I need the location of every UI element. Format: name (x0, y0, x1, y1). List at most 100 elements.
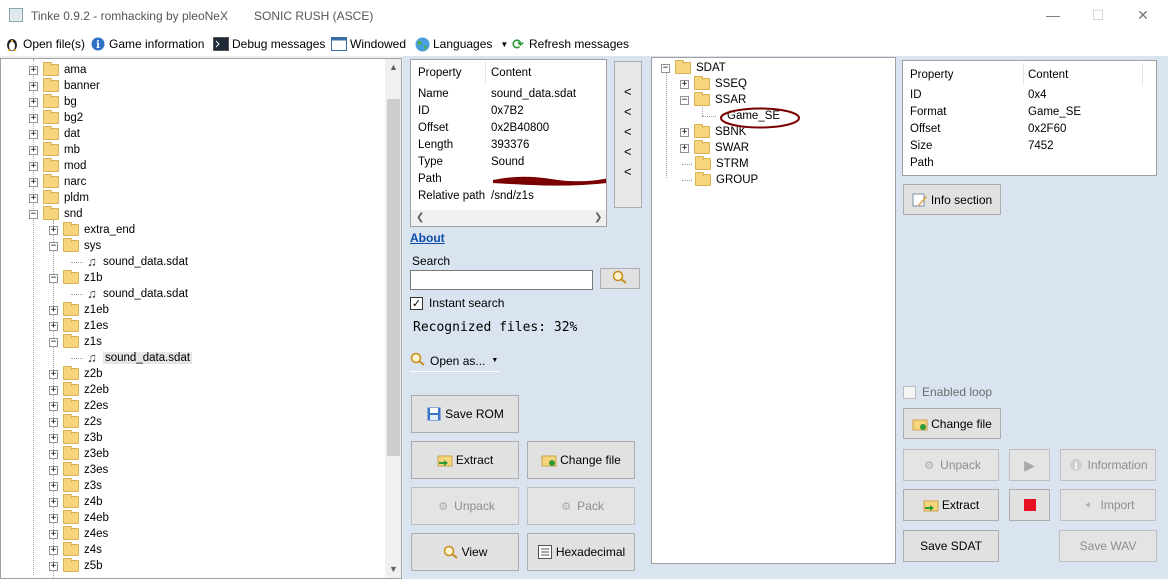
open-files-button[interactable]: Open file(s) (4, 35, 85, 53)
tree-item-folder[interactable]: + z5b (49, 558, 103, 574)
save-rom-button[interactable]: Save ROM (411, 395, 519, 433)
collapse-icon[interactable]: − (49, 273, 58, 283)
expand-icon[interactable]: + (680, 127, 689, 137)
tree-item-folder[interactable]: + z3es (49, 462, 108, 478)
expand-icon[interactable]: + (49, 401, 58, 411)
enabled-loop-checkbox[interactable]: Enabled loop (903, 385, 992, 399)
expand-icon[interactable]: + (29, 97, 38, 107)
scrollbar-thumb[interactable] (387, 99, 400, 456)
tree-item-folder[interactable]: + z2es (49, 398, 108, 414)
horizontal-scrollbar[interactable]: ❮ ❯ (411, 210, 606, 226)
save-sdat-button[interactable]: Save SDAT (903, 530, 999, 562)
sdat-tree-item[interactable]: STRM (682, 156, 749, 172)
expand-icon[interactable]: + (49, 385, 58, 395)
expand-icon[interactable]: + (49, 561, 58, 571)
expand-icon[interactable]: + (49, 481, 58, 491)
search-button[interactable] (600, 268, 640, 289)
unpack-button[interactable]: ⚙ Unpack (411, 487, 519, 525)
sdat-tree[interactable]: − SDAT + SSEQ − SSAR Game_SE + SBNK + SWAR STRM GROU… (651, 57, 896, 564)
change-file-button[interactable]: Change file (527, 441, 635, 479)
tree-item-folder[interactable]: − sys (49, 238, 101, 254)
back-arrow-button[interactable]: < (624, 124, 632, 139)
tree-item-folder[interactable]: + mb (29, 142, 80, 158)
tree-item-folder[interactable]: − z1b (49, 270, 103, 286)
tree-item-folder[interactable]: + z4eb (49, 510, 109, 526)
sdat-properties-list[interactable]: Property Content ID 0x4 Format Game_SE Offse… (902, 60, 1157, 176)
back-arrow-button[interactable]: < (624, 84, 632, 99)
windowed-button[interactable]: Windowed (331, 35, 406, 53)
pack-button[interactable]: ⚙ Pack (527, 487, 635, 525)
scroll-left-arrow-icon[interactable]: ❮ (416, 212, 424, 223)
expand-icon[interactable]: + (29, 81, 38, 91)
expand-icon[interactable]: + (29, 113, 38, 123)
expand-icon[interactable]: + (49, 497, 58, 507)
extract-button[interactable]: Extract (411, 441, 519, 479)
expand-icon[interactable]: + (49, 465, 58, 475)
tree-item-folder[interactable]: + pldm (29, 190, 89, 206)
expand-icon[interactable]: + (29, 193, 38, 203)
refresh-messages-button[interactable]: ⟳ Refresh messages (510, 35, 629, 53)
tree-item-folder[interactable]: + z3b (49, 430, 103, 446)
sdat-tree-item[interactable]: + SSEQ (680, 76, 747, 92)
sdat-unpack-button[interactable]: ⚙ Unpack (903, 449, 999, 481)
expand-icon[interactable]: + (49, 529, 58, 539)
file-properties-list[interactable]: Property Content Name sound_data.sdat ID 0x… (410, 59, 607, 227)
tree-item-folder[interactable]: + z2eb (49, 382, 109, 398)
scroll-up-arrow-icon[interactable]: ▲ (385, 59, 401, 76)
tree-item-folder[interactable]: + z1eb (49, 302, 109, 318)
sdat-column-header-property[interactable]: Property (910, 69, 953, 81)
tree-item-file[interactable]: ♫ sound_data.sdat (71, 350, 193, 366)
sdat-tree-item[interactable]: GROUP (682, 172, 758, 188)
tree-item-folder[interactable]: + extra_end (49, 222, 135, 238)
column-header-content[interactable]: Content (491, 67, 531, 79)
view-button[interactable]: View (411, 533, 519, 571)
tree-item-folder[interactable]: + z4s (49, 542, 102, 558)
tree-item-folder[interactable]: + z2s (49, 414, 102, 430)
expand-icon[interactable]: + (29, 161, 38, 171)
expand-icon[interactable]: + (49, 305, 58, 315)
sdat-extract-button[interactable]: Extract (903, 489, 999, 521)
collapse-icon[interactable]: − (661, 63, 670, 73)
tree-item-folder[interactable]: − snd (29, 206, 83, 222)
save-wav-button[interactable]: Save WAV (1059, 530, 1157, 562)
sdat-tree-root[interactable]: − SDAT (661, 60, 726, 76)
tree-item-file[interactable]: ♫ sound_data.sdat (71, 286, 188, 302)
tree-item-folder[interactable]: + ama (29, 62, 86, 78)
back-arrow-button[interactable]: < (624, 164, 632, 179)
tree-item-folder[interactable]: + dat (29, 126, 80, 142)
game-information-button[interactable]: i Game information (90, 35, 204, 53)
tree-item-folder[interactable]: + narc (29, 174, 86, 190)
stop-button[interactable] (1009, 489, 1050, 521)
expand-icon[interactable]: + (29, 145, 38, 155)
tree-item-folder[interactable]: + z3eb (49, 446, 109, 462)
collapse-icon[interactable]: − (29, 209, 38, 219)
about-link[interactable]: About (410, 231, 445, 245)
collapse-icon[interactable]: − (680, 95, 689, 105)
maximize-button[interactable]: ☐ (1087, 4, 1109, 26)
tree-item-folder[interactable]: + bg (29, 94, 77, 110)
tree-item-folder[interactable]: + bg2 (29, 110, 83, 126)
close-button[interactable]: ✕ (1132, 4, 1154, 26)
expand-icon[interactable]: + (49, 433, 58, 443)
scroll-right-arrow-icon[interactable]: ❯ (594, 212, 602, 223)
information-button[interactable]: i Information (1060, 449, 1156, 481)
tree-item-file[interactable]: ♫ sound_data.sdat (71, 254, 188, 270)
tree-item-folder[interactable]: + z1es (49, 318, 108, 334)
expand-icon[interactable]: + (49, 545, 58, 555)
expand-icon[interactable]: + (49, 369, 58, 379)
expand-icon[interactable]: + (49, 513, 58, 523)
tree-item-folder[interactable]: + z4es (49, 526, 108, 542)
file-tree-panel[interactable]: + ama + banner + bg + bg2 + dat + mb + mod + narc + pldm −… (0, 58, 402, 579)
import-button[interactable]: 🔈︎ Import (1060, 489, 1156, 521)
back-arrow-button[interactable]: < (624, 104, 632, 119)
instant-search-checkbox[interactable]: ✓ Instant search (410, 296, 504, 310)
tree-item-folder[interactable]: + z4b (49, 494, 103, 510)
back-arrow-button[interactable]: < (624, 144, 632, 159)
open-as-dropdown[interactable]: Open as... ▼ (410, 350, 499, 372)
expand-icon[interactable]: + (49, 225, 58, 235)
expand-icon[interactable]: + (49, 417, 58, 427)
tree-item-folder[interactable]: + z2b (49, 366, 103, 382)
expand-icon[interactable]: + (49, 321, 58, 331)
sdat-tree-item[interactable]: + SWAR (680, 140, 749, 156)
sdat-change-file-button[interactable]: Change file (903, 408, 1001, 439)
